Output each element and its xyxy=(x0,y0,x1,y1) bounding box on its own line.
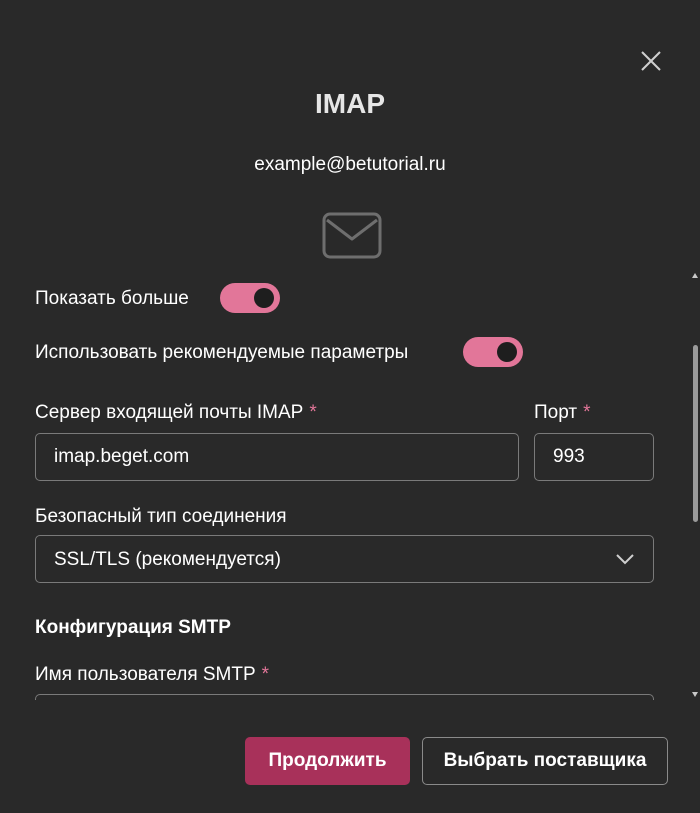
continue-button[interactable]: Продолжить xyxy=(245,737,410,785)
close-icon xyxy=(641,51,661,71)
toggle-knob xyxy=(254,288,274,308)
close-button[interactable] xyxy=(636,46,666,76)
smtp-username-input[interactable] xyxy=(35,694,654,700)
scroll-down-icon[interactable] xyxy=(691,690,699,698)
toggle-knob xyxy=(497,342,517,362)
port-label: Порт * xyxy=(534,402,590,424)
imap-server-input[interactable] xyxy=(35,433,519,481)
use-recommended-label: Использовать рекомендуемые параметры xyxy=(35,342,409,363)
required-mark: * xyxy=(261,664,270,685)
smtp-username-label: Имя пользователя SMTP * xyxy=(35,664,269,686)
port-input[interactable] xyxy=(534,433,654,481)
required-mark: * xyxy=(583,402,591,423)
required-mark: * xyxy=(309,402,317,423)
scroll-thumb[interactable] xyxy=(693,345,698,522)
chevron-down-icon xyxy=(616,554,634,565)
security-type-select[interactable]: SSL/TLS (рекомендуется) xyxy=(35,535,654,583)
scroll-up-icon[interactable] xyxy=(691,272,699,280)
use-recommended-toggle[interactable] xyxy=(463,337,523,367)
smtp-username-label-text: Имя пользователя SMTP xyxy=(35,664,256,685)
show-more-label: Показать больше xyxy=(35,288,189,309)
security-type-label: Безопасный тип соединения xyxy=(35,506,287,527)
account-email: example@betutorial.ru xyxy=(254,154,446,175)
choose-provider-button[interactable]: Выбрать поставщика xyxy=(422,737,668,785)
imap-server-label-text: Сервер входящей почты IMAP xyxy=(35,402,304,423)
smtp-section-title: Конфигурация SMTP xyxy=(35,617,231,638)
security-type-value: SSL/TLS (рекомендуется) xyxy=(54,549,281,570)
port-label-text: Порт xyxy=(534,402,578,423)
dialog-title: IMAP xyxy=(315,88,385,119)
show-more-toggle[interactable] xyxy=(220,283,280,313)
mail-icon xyxy=(322,212,382,259)
imap-server-label: Сервер входящей почты IMAP * xyxy=(35,402,317,424)
